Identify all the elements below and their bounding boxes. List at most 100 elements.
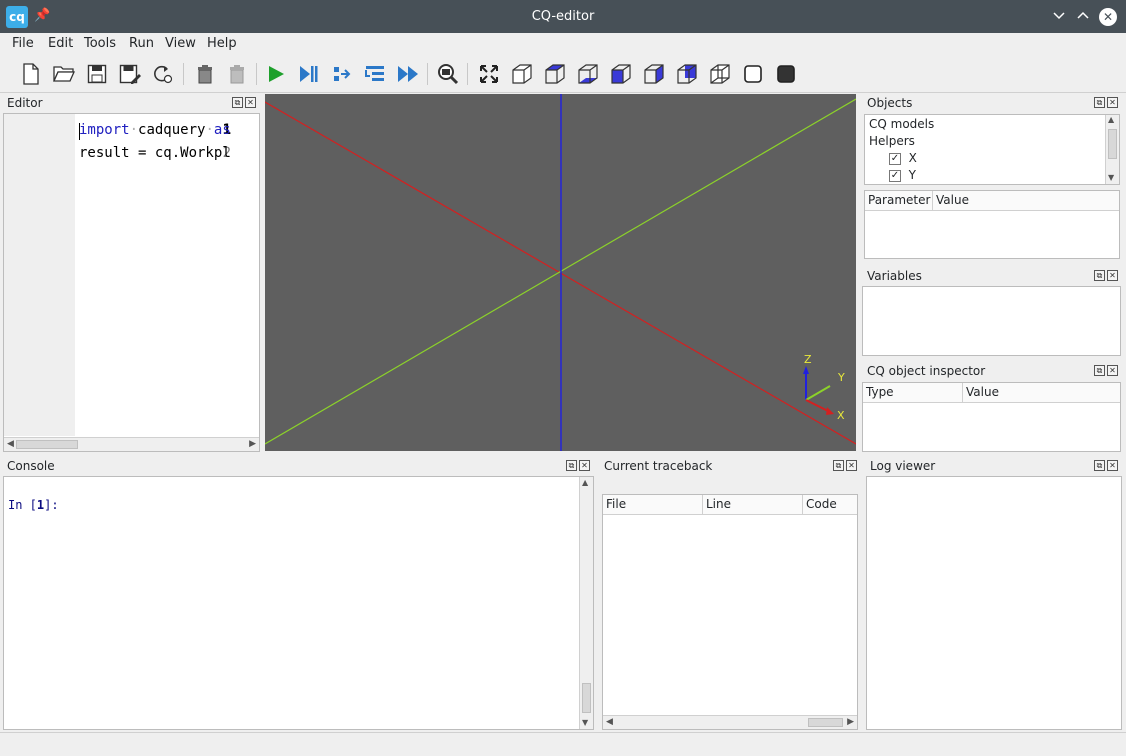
close-icon[interactable]: ✕ — [245, 97, 256, 108]
bottom-view-icon[interactable] — [577, 63, 599, 85]
open-file-icon[interactable] — [53, 63, 75, 85]
fit-view-icon[interactable] — [478, 63, 500, 85]
3d-viewport[interactable]: Z Y X — [265, 94, 856, 451]
toolbar — [0, 55, 1126, 93]
prompt-suffix: ]: — [44, 498, 59, 512]
step-icon[interactable] — [331, 63, 353, 85]
close-icon[interactable]: ✕ — [1107, 270, 1118, 281]
front-view-icon[interactable] — [610, 63, 632, 85]
close-icon[interactable]: ✕ — [1107, 365, 1118, 376]
tree-item-y[interactable]: ✓ Y — [889, 168, 916, 182]
tree-item-label: Y — [908, 168, 916, 182]
float-icon[interactable]: ⧉ — [232, 97, 243, 108]
column-header-value[interactable]: Value — [963, 383, 1120, 403]
column-header-value[interactable]: Value — [933, 191, 1119, 211]
text-cursor — [79, 123, 80, 140]
menu-help[interactable]: Help — [207, 36, 237, 51]
right-view-icon[interactable] — [709, 63, 731, 85]
maximize-icon[interactable] — [1074, 8, 1092, 26]
parameter-table[interactable]: Parameter Value — [864, 190, 1120, 259]
menu-file[interactable]: File — [12, 36, 34, 51]
variables-dock-title: Variables — [867, 269, 922, 283]
code-editor[interactable]: 1 2 import·cadquery·as result = cq.Workp… — [3, 113, 260, 452]
x-axis-label: X — [837, 409, 845, 422]
shaded-icon[interactable] — [775, 63, 797, 85]
close-icon[interactable]: ✕ — [579, 460, 590, 471]
editor-dock-title: Editor — [7, 96, 43, 110]
menu-tools[interactable]: Tools — [84, 36, 116, 51]
console-vertical-scrollbar[interactable]: ▲ ▼ — [579, 477, 593, 729]
wireframe-icon[interactable] — [742, 63, 764, 85]
top-view-icon[interactable] — [544, 63, 566, 85]
console-area[interactable]: ▲ ▼ — [3, 476, 594, 730]
debug-icon[interactable] — [297, 63, 319, 85]
new-file-icon[interactable] — [20, 63, 42, 85]
column-header-code[interactable]: Code — [803, 495, 857, 515]
z-axis-label: Z — [804, 353, 812, 366]
objects-tree[interactable]: CQ models Helpers ✓ X ✓ Y ▲ ▼ — [864, 114, 1120, 185]
prompt-prefix: In [ — [8, 498, 37, 512]
save-as-icon[interactable] — [119, 63, 141, 85]
tree-item-cq-models[interactable]: CQ models — [869, 117, 934, 131]
menu-view[interactable]: View — [165, 36, 196, 51]
code-line[interactable]: result = cq.Workpl — [79, 145, 231, 161]
float-icon[interactable]: ⧉ — [566, 460, 577, 471]
tree-item-helpers[interactable]: Helpers — [869, 134, 915, 148]
menu-run[interactable]: Run — [129, 36, 154, 51]
variables-list[interactable] — [862, 286, 1121, 356]
float-icon[interactable]: ⧉ — [1094, 365, 1105, 376]
left-view-icon[interactable] — [676, 63, 698, 85]
column-header-file[interactable]: File — [603, 495, 703, 515]
inspector-table[interactable]: Type Value — [862, 382, 1121, 452]
continue-icon[interactable] — [397, 63, 419, 85]
close-icon[interactable]: ✕ — [846, 460, 857, 471]
menu-bar: File Edit Tools Run View Help — [0, 33, 1126, 55]
code-text: cadquery — [138, 122, 206, 138]
window-title: CQ-editor — [531, 9, 595, 24]
checkbox[interactable]: ✓ — [889, 152, 901, 165]
status-bar — [0, 732, 1126, 756]
column-header-line[interactable]: Line — [703, 495, 803, 515]
checkbox[interactable]: ✓ — [889, 169, 901, 182]
traceback-table[interactable]: File Line Code ◀ ▶ — [602, 494, 858, 730]
reload-icon[interactable] — [152, 63, 174, 85]
traceback-dock-title: Current traceback — [604, 459, 713, 473]
objects-dock-buttons: ⧉ ✕ — [1094, 97, 1118, 109]
objects-vertical-scrollbar[interactable]: ▲ ▼ — [1105, 115, 1119, 184]
float-icon[interactable]: ⧉ — [833, 460, 844, 471]
tree-item-x[interactable]: ✓ X — [889, 151, 917, 165]
objects-dock-title: Objects — [867, 96, 913, 110]
iso-view-icon[interactable] — [511, 63, 533, 85]
save-icon[interactable] — [86, 63, 108, 85]
log-viewer[interactable] — [866, 476, 1122, 730]
axis-lines — [265, 94, 856, 451]
log-dock-title: Log viewer — [870, 459, 936, 473]
axis-triad — [803, 366, 834, 415]
menu-edit[interactable]: Edit — [48, 36, 73, 51]
close-icon[interactable]: ✕ — [1099, 8, 1117, 26]
traceback-dock-buttons: ⧉ ✕ — [833, 460, 857, 472]
column-header-parameter[interactable]: Parameter — [865, 191, 933, 211]
traceback-horizontal-scrollbar[interactable]: ◀ ▶ — [603, 715, 857, 729]
close-icon[interactable]: ✕ — [1107, 460, 1118, 471]
console-prompt: In [1]: — [8, 498, 59, 512]
console-dock-buttons: ⧉ ✕ — [566, 460, 590, 472]
minimize-icon[interactable] — [1050, 8, 1068, 26]
step-in-icon[interactable] — [364, 63, 386, 85]
editor-horizontal-scrollbar[interactable]: ◀ ▶ — [4, 437, 259, 451]
close-icon[interactable]: ✕ — [1107, 97, 1118, 108]
column-header-type[interactable]: Type — [863, 383, 963, 403]
clear-icon[interactable] — [194, 63, 216, 85]
line-number-gutter — [4, 114, 75, 436]
inspect-icon[interactable] — [437, 63, 459, 85]
float-icon[interactable]: ⧉ — [1094, 97, 1105, 108]
code-line[interactable]: import·cadquery·as — [79, 122, 231, 138]
run-icon[interactable] — [265, 63, 287, 85]
back-view-icon[interactable] — [643, 63, 665, 85]
float-icon[interactable]: ⧉ — [1094, 460, 1105, 471]
title-bar: cq 📌 CQ-editor ✕ — [0, 0, 1126, 33]
variables-dock-buttons: ⧉ ✕ — [1094, 270, 1118, 282]
code-keyword-trail: as — [213, 122, 231, 138]
delete-icon[interactable] — [226, 63, 248, 85]
float-icon[interactable]: ⧉ — [1094, 270, 1105, 281]
